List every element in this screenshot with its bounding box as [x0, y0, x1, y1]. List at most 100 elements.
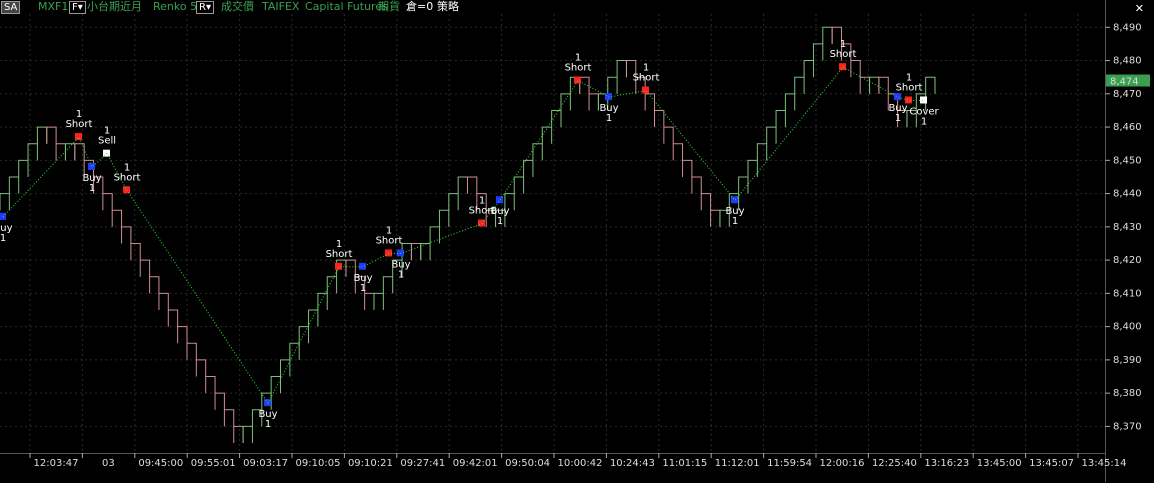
up-brick: [64, 143, 76, 161]
signal-qty: 1: [732, 216, 738, 227]
down-brick: [691, 176, 702, 194]
up-brick: [925, 76, 936, 94]
down-brick: [878, 76, 889, 94]
down-brick: [121, 226, 132, 244]
up-brick: [0, 193, 10, 211]
signal-marker: [397, 249, 404, 257]
down-brick: [55, 143, 66, 161]
up-brick: [382, 276, 394, 294]
up-brick: [317, 292, 328, 310]
signal-qty: 1: [124, 162, 130, 173]
down-brick: [223, 409, 235, 427]
down-brick: [682, 159, 693, 177]
down-brick: [644, 93, 655, 111]
up-brick: [812, 43, 824, 61]
down-brick: [186, 342, 197, 360]
signal-label: Short: [896, 82, 923, 93]
signal-marker: [75, 133, 82, 141]
up-brick: [270, 376, 281, 394]
down-brick: [850, 60, 861, 78]
down-brick: [364, 292, 375, 310]
up-brick: [36, 126, 48, 144]
down-brick: [102, 193, 113, 211]
up-brick: [541, 126, 553, 144]
down-brick: [139, 259, 151, 277]
up-brick: [280, 359, 291, 377]
up-brick: [784, 93, 796, 111]
signal-label: Short: [565, 63, 592, 74]
up-brick: [27, 143, 38, 161]
signal-qty: 1: [89, 183, 95, 194]
up-brick: [513, 176, 525, 194]
signal-marker: [839, 63, 846, 71]
up-brick: [289, 342, 300, 360]
close-icon[interactable]: ✕: [1135, 2, 1144, 15]
down-brick: [214, 392, 225, 410]
signal-qty: 1: [76, 109, 82, 120]
up-brick: [242, 425, 253, 444]
signal-label: Short: [66, 119, 93, 130]
signal-qty: 1: [0, 233, 6, 244]
down-brick: [467, 176, 478, 194]
down-brick: [205, 376, 216, 394]
down-brick: [130, 242, 141, 261]
up-brick: [532, 143, 543, 161]
up-brick: [869, 76, 880, 94]
signal-label: Short: [633, 72, 660, 83]
up-brick: [326, 276, 338, 294]
signal-label: Short: [830, 49, 857, 60]
signal-qty: 1: [336, 239, 342, 250]
signal-marker: [574, 76, 581, 84]
down-brick: [663, 126, 674, 144]
signal-qty: 1: [643, 62, 649, 73]
up-brick: [523, 159, 534, 177]
up-brick: [607, 76, 618, 94]
down-brick: [195, 359, 207, 377]
price-axis: [1105, 0, 1154, 482]
signal-label: Sell: [98, 136, 116, 147]
signal-qty: 1: [906, 72, 912, 83]
up-brick: [822, 26, 833, 44]
down-brick: [111, 209, 123, 227]
up-brick: [560, 93, 571, 111]
down-brick: [233, 425, 244, 444]
up-brick: [766, 126, 777, 144]
down-brick: [46, 126, 57, 144]
signal-qty: 1: [386, 225, 392, 236]
down-brick: [158, 292, 169, 310]
signal-qty: 1: [265, 419, 271, 430]
up-brick: [448, 193, 459, 211]
down-brick: [672, 143, 684, 161]
signal-marker: [88, 162, 95, 170]
renko-chart[interactable]: Buy1Short1Buy1Sell1Short1Buy1Short1Buy1S…: [0, 0, 1154, 482]
up-brick: [308, 309, 319, 327]
up-brick: [616, 60, 627, 78]
up-brick: [373, 292, 384, 310]
signal-qty: 1: [575, 53, 581, 64]
signal-marker: [123, 186, 130, 194]
signal-qty: 1: [895, 113, 901, 124]
up-brick: [775, 109, 786, 128]
down-brick: [167, 309, 179, 327]
down-brick: [588, 93, 599, 111]
time-axis: [0, 453, 1105, 483]
signal-qty: 1: [840, 39, 846, 50]
signal-qty: 1: [360, 283, 366, 294]
signal-label: Short: [114, 172, 141, 183]
up-brick: [438, 209, 450, 227]
signal-marker: [642, 86, 649, 94]
signal-marker: [920, 96, 927, 104]
up-brick: [18, 159, 29, 177]
up-brick: [457, 176, 468, 194]
signal-qty: 1: [104, 126, 110, 137]
signal-qty: 1: [479, 196, 485, 207]
signal-label: Short: [326, 249, 353, 260]
up-brick: [8, 176, 20, 194]
down-brick: [410, 242, 422, 261]
signal-qty: 1: [497, 216, 503, 227]
down-brick: [177, 326, 188, 344]
signal-qty: 1: [398, 269, 404, 280]
signal-qty: 1: [606, 113, 612, 124]
signal-qty: 1: [921, 116, 927, 127]
up-brick: [420, 242, 431, 261]
